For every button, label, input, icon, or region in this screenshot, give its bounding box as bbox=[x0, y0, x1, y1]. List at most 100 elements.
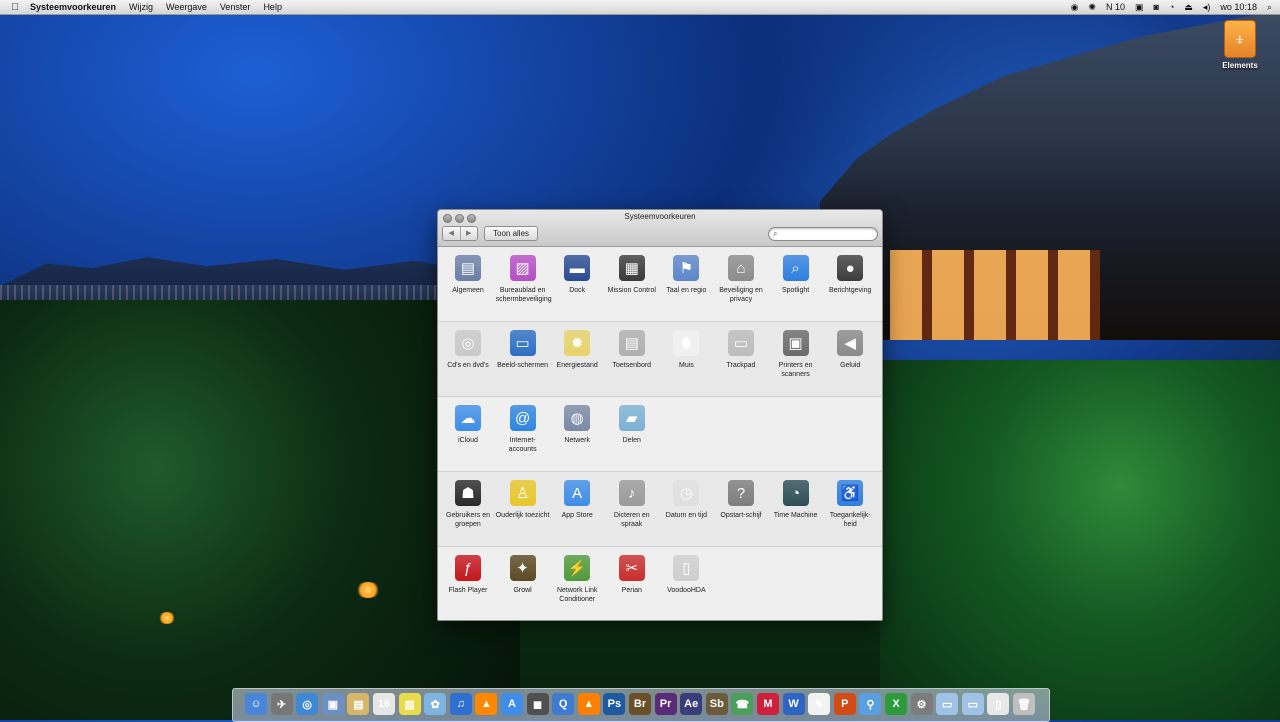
documents-folder-icon[interactable]: ▭ bbox=[961, 693, 984, 715]
pane-desktop-screensaver[interactable]: ▨ Bureaublad en schermbeveiliging bbox=[496, 255, 552, 304]
dock-icon: ▬ bbox=[564, 255, 591, 281]
time-machine-status-icon[interactable]: ◔ bbox=[1169, 2, 1174, 12]
pane-energy-saver[interactable]: ✹ Energiestand bbox=[550, 330, 604, 370]
app-store-dock-icon[interactable]: A bbox=[501, 693, 523, 715]
eject-icon[interactable]: ⏏ bbox=[1184, 2, 1193, 13]
quicktime-icon[interactable]: Q bbox=[552, 693, 575, 715]
pane-flash-player[interactable]: ƒ Flash Player bbox=[441, 555, 495, 595]
pane-label: Taal en regio bbox=[666, 287, 707, 294]
pane-accessibility[interactable]: ♿ Toegankelijk-heid bbox=[823, 480, 877, 529]
pane-general[interactable]: ▤ Algemeen bbox=[441, 255, 495, 295]
menu-weergave[interactable]: Weergave bbox=[166, 2, 207, 12]
pane-parental-controls[interactable]: ♙ Ouderlijk toezicht bbox=[496, 480, 550, 520]
cone-icon[interactable]: ▲ bbox=[577, 693, 600, 715]
pane-voodoohda[interactable]: ▯ VoodooHDA bbox=[659, 555, 713, 595]
pane-mission-control[interactable]: ▦ Mission Control bbox=[605, 255, 659, 295]
apple-menu-icon[interactable]:  bbox=[0, 2, 30, 13]
show-all-button[interactable]: Toon alles bbox=[484, 226, 539, 241]
notes-icon[interactable]: ▤ bbox=[347, 693, 370, 715]
growl-status-icon[interactable]: ✺ bbox=[1088, 2, 1096, 13]
pane-keyboard[interactable]: ▤ Toetsenbord bbox=[605, 330, 659, 370]
pane-growl[interactable]: ✦ Growl bbox=[496, 555, 550, 595]
calendar-icon[interactable]: 16 bbox=[373, 693, 395, 715]
screen-icon[interactable]: ▣ bbox=[1135, 2, 1144, 13]
trash-icon[interactable]: 🗑 bbox=[1013, 693, 1035, 715]
menu-bar:  Systeemvoorkeuren Wijzig Weergave Vens… bbox=[0, 0, 1280, 15]
pane-label: Printers en scanners bbox=[778, 362, 813, 378]
pane-label: VoodooHDA bbox=[667, 587, 706, 594]
screenshot-icon[interactable]: ◼ bbox=[526, 693, 549, 715]
launchpad-icon[interactable]: ✈ bbox=[270, 693, 293, 715]
search-input[interactable] bbox=[785, 229, 871, 238]
camera-icon[interactable]: ◙ bbox=[1154, 2, 1159, 12]
mail-client-icon[interactable]: M bbox=[757, 693, 779, 715]
pane-time-machine[interactable]: ◔ Time Machine bbox=[769, 480, 823, 520]
menu-wijzig[interactable]: Wijzig bbox=[129, 2, 153, 12]
pane-language-region[interactable]: ⚑ Taal en regio bbox=[659, 255, 713, 295]
pane-trackpad[interactable]: ▭ Trackpad bbox=[714, 330, 768, 370]
premiere-icon[interactable]: Pr bbox=[654, 693, 677, 715]
pane-sharing[interactable]: ▰ Delen bbox=[605, 405, 659, 445]
pin-icon[interactable]: ⚲ bbox=[859, 693, 882, 715]
pane-displays[interactable]: ▭ Beeld-schermen bbox=[496, 330, 550, 370]
pane-notifications[interactable]: ● Berichtgeving bbox=[823, 255, 877, 295]
pane-dictation-speech[interactable]: ♪ Dicteren en spraak bbox=[605, 480, 659, 529]
pane-icloud[interactable]: ☁ iCloud bbox=[441, 405, 495, 445]
file-icon[interactable]: ▯ bbox=[987, 693, 1010, 715]
pane-network[interactable]: ◍ Netwerk bbox=[550, 405, 604, 445]
desktop-drive[interactable]: ⍖ Elements bbox=[1218, 20, 1262, 70]
bridge-icon[interactable]: Br bbox=[629, 693, 651, 715]
date-time-icon: ◷ bbox=[673, 480, 700, 506]
battery-status[interactable]: N 10 bbox=[1106, 2, 1125, 12]
pane-spotlight[interactable]: ⌕ Spotlight bbox=[769, 255, 823, 295]
pane-perian[interactable]: ✂ Perian bbox=[605, 555, 659, 595]
menu-clock[interactable]: wo 10:18 bbox=[1220, 2, 1257, 12]
pane-sound[interactable]: ◀ Geluid bbox=[823, 330, 877, 370]
stickies-icon[interactable]: ▥ bbox=[398, 693, 421, 715]
powerpoint-icon[interactable]: P bbox=[833, 693, 856, 715]
finder-icon[interactable]: ☺ bbox=[245, 693, 267, 715]
folder-icon[interactable]: ▭ bbox=[936, 693, 959, 715]
spotlight-menu-icon[interactable]: ⌕ bbox=[1267, 2, 1272, 13]
soundbooth-icon[interactable]: Sb bbox=[705, 693, 728, 715]
pane-label: App Store bbox=[561, 512, 593, 519]
photoshop-icon[interactable]: Ps bbox=[603, 693, 626, 715]
pane-app-store[interactable]: A App Store bbox=[550, 480, 604, 520]
mission-control-icon: ▦ bbox=[618, 255, 645, 281]
section-other: ƒ Flash Player ✦ Growl ⚡ Network Link Conditi… bbox=[438, 547, 882, 620]
pane-internet-accounts[interactable]: @ Internet-accounts bbox=[496, 405, 550, 454]
facetime-icon[interactable]: ☎ bbox=[731, 693, 754, 715]
pane-dock[interactable]: ▬ Dock bbox=[550, 255, 604, 295]
pane-label: Mission Control bbox=[607, 287, 656, 294]
photos-icon[interactable]: ✿ bbox=[424, 693, 447, 715]
back-button[interactable]: ◀ bbox=[443, 227, 460, 240]
itunes-icon[interactable]: ♫ bbox=[449, 693, 472, 715]
system-prefs-dock-icon[interactable]: ⚙ bbox=[910, 693, 933, 715]
pane-label: Flash Player bbox=[448, 587, 488, 594]
menu-venster[interactable]: Venster bbox=[220, 2, 251, 12]
window-title: Systeemvoorkeuren bbox=[624, 212, 696, 221]
menu-help[interactable]: Help bbox=[263, 2, 282, 12]
record-icon[interactable]: ◉ bbox=[1071, 2, 1079, 13]
pane-printer[interactable]: ▣ Printers en scanners bbox=[769, 330, 823, 379]
excel-icon[interactable]: X bbox=[885, 693, 907, 715]
pane-label: Energiestand bbox=[556, 362, 598, 369]
vlc-icon[interactable]: ▲ bbox=[475, 693, 498, 715]
energy-saver-icon: ✹ bbox=[564, 330, 591, 356]
forward-button[interactable]: ▶ bbox=[459, 227, 478, 240]
pane-users-groups[interactable]: ☗ Gebruikers en groepen bbox=[441, 480, 495, 529]
pane-security-privacy[interactable]: ⌂ Beveiliging en privacy bbox=[714, 255, 768, 304]
word-icon[interactable]: W bbox=[782, 693, 805, 715]
pane-network-link-conditioner[interactable]: ⚡ Network Link Conditioner bbox=[550, 555, 604, 604]
volume-icon[interactable]: ◂) bbox=[1203, 2, 1211, 13]
pane-cd-dvd[interactable]: ◎ Cd's en dvd's bbox=[441, 330, 495, 370]
pane-date-time[interactable]: ◷ Datum en tijd bbox=[659, 480, 713, 520]
mouse-icon: ⬮ bbox=[673, 330, 700, 356]
textedit-icon[interactable]: ✎ bbox=[808, 693, 831, 715]
after-effects-icon[interactable]: Ae bbox=[680, 693, 703, 715]
pane-startup-disk[interactable]: ? Opstart-schijf bbox=[714, 480, 768, 520]
menu-app-name[interactable]: Systeemvoorkeuren bbox=[30, 2, 116, 12]
safari-icon[interactable]: ◎ bbox=[296, 693, 319, 715]
pane-mouse[interactable]: ⬮ Muis bbox=[659, 330, 713, 370]
preview-icon[interactable]: ▣ bbox=[321, 693, 344, 715]
